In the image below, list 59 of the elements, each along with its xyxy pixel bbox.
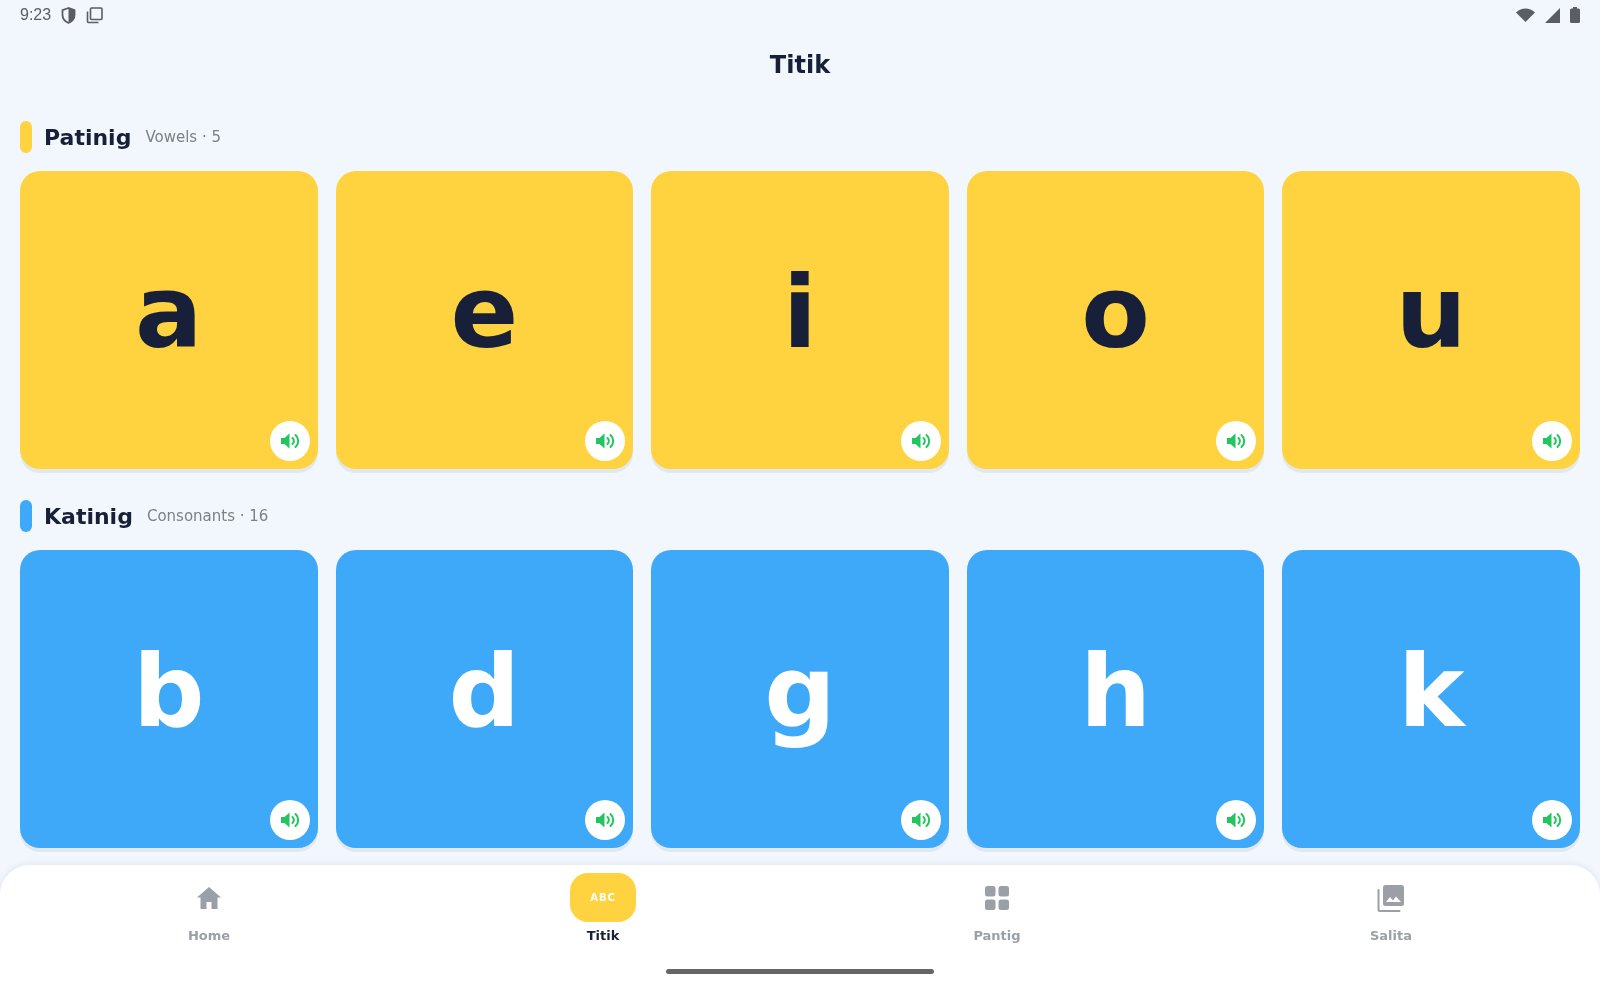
speaker-button[interactable] bbox=[1532, 800, 1572, 840]
section-title: Katinig bbox=[44, 503, 133, 529]
letter-card[interactable]: e bbox=[335, 171, 634, 469]
letter-card[interactable]: h bbox=[966, 550, 1265, 848]
letter-text: k bbox=[1397, 642, 1465, 752]
letter-text: d bbox=[448, 642, 521, 752]
speaker-icon bbox=[595, 432, 616, 450]
shield-icon bbox=[61, 6, 77, 24]
speaker-button[interactable] bbox=[269, 800, 310, 840]
speaker-button[interactable] bbox=[900, 421, 941, 461]
speaker-icon bbox=[910, 432, 931, 450]
letter-text: u bbox=[1395, 263, 1467, 373]
abc-text: ABC bbox=[590, 892, 616, 903]
letter-card[interactable]: d bbox=[335, 550, 634, 848]
speaker-button[interactable] bbox=[1532, 421, 1572, 461]
speaker-button[interactable] bbox=[585, 800, 626, 840]
nav-tab[interactable]: Home bbox=[176, 873, 242, 943]
letter-text: h bbox=[1080, 642, 1152, 752]
letter-text: b bbox=[133, 642, 205, 752]
stacked-squares-icon bbox=[86, 6, 104, 24]
nav-tab[interactable]: Pantig bbox=[964, 873, 1030, 943]
speaker-button[interactable] bbox=[1216, 800, 1257, 840]
photo-library-icon bbox=[1377, 883, 1405, 912]
wifi-icon bbox=[1516, 8, 1535, 22]
speaker-button[interactable] bbox=[1216, 421, 1257, 461]
status-time: 9:23 bbox=[20, 6, 52, 24]
section-subtitle: Vowels · 5 bbox=[145, 128, 221, 146]
speaker-icon bbox=[1542, 432, 1562, 450]
section-subtitle: Consonants · 16 bbox=[146, 507, 269, 525]
grid-icon bbox=[985, 885, 1009, 910]
letter-text: o bbox=[1081, 263, 1150, 373]
letter-card[interactable]: i bbox=[651, 171, 949, 469]
speaker-icon bbox=[1542, 811, 1562, 829]
speaker-icon bbox=[279, 811, 300, 829]
nav-tab[interactable]: Salita bbox=[1358, 873, 1424, 943]
letter-card[interactable]: b bbox=[20, 550, 318, 848]
speaker-button[interactable] bbox=[585, 421, 626, 461]
letter-card[interactable]: g bbox=[651, 550, 949, 848]
letter-text: i bbox=[782, 263, 818, 373]
battery-icon bbox=[1570, 7, 1580, 23]
letter-card[interactable]: u bbox=[1282, 171, 1580, 469]
letter-text: g bbox=[764, 642, 836, 752]
letter-card[interactable]: a bbox=[20, 171, 318, 469]
letter-card[interactable]: o bbox=[966, 171, 1265, 469]
signal-icon bbox=[1545, 7, 1560, 23]
home-icon bbox=[196, 885, 222, 910]
letter-card[interactable]: k bbox=[1282, 550, 1580, 848]
letter-text: e bbox=[450, 263, 519, 373]
nav-tab[interactable]: ABC Titik bbox=[570, 873, 636, 943]
letter-text: a bbox=[135, 263, 203, 373]
section-title: Patinig bbox=[44, 124, 132, 150]
speaker-icon bbox=[279, 432, 300, 450]
speaker-button[interactable] bbox=[269, 421, 310, 461]
speaker-icon bbox=[1226, 432, 1247, 450]
page-title: Titik bbox=[769, 51, 831, 79]
speaker-button[interactable] bbox=[900, 800, 941, 840]
speaker-icon bbox=[910, 811, 931, 829]
speaker-icon bbox=[1226, 811, 1247, 829]
speaker-icon bbox=[595, 811, 616, 829]
